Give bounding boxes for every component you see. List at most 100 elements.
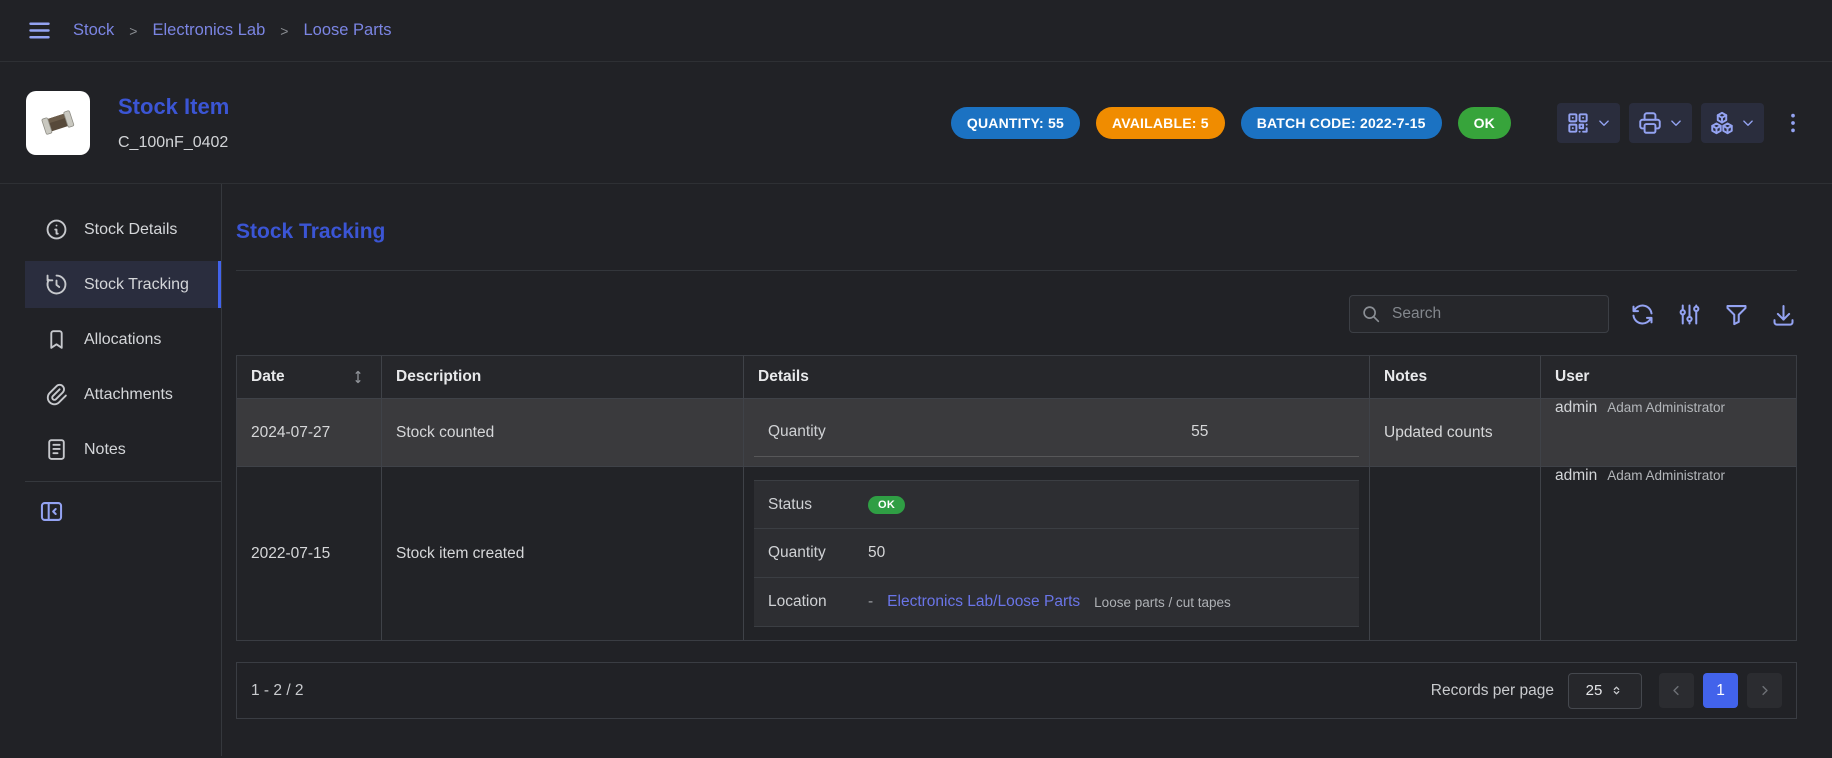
breadcrumb-link-loose-parts[interactable]: Loose Parts	[303, 21, 391, 40]
refresh-button[interactable]	[1629, 301, 1656, 328]
body-row: Stock Details Stock Tracking Allocations At…	[0, 184, 1832, 756]
header-titles: Stock Item C_100nF_0402	[118, 94, 229, 152]
breadcrumb-bar: Stock>Electronics Lab>Loose Parts	[0, 0, 1832, 62]
download-icon	[1770, 301, 1797, 328]
next-page-button[interactable]	[1747, 673, 1782, 708]
chevron-right-icon	[1756, 682, 1773, 699]
detail-label: Location	[768, 593, 868, 611]
sidebar-item-allocations[interactable]: Allocations	[25, 316, 221, 363]
prev-page-button[interactable]	[1659, 673, 1694, 708]
breadcrumb-link-electronics-lab[interactable]: Electronics Lab	[152, 21, 265, 40]
collapse-sidebar-icon	[38, 498, 65, 525]
notes-icon	[44, 437, 69, 462]
page-1-button[interactable]: 1	[1703, 673, 1738, 708]
toolbar-icons	[1629, 301, 1797, 328]
paperclip-icon	[44, 382, 69, 407]
detail-row-quantity: Quantity 55	[754, 408, 1359, 457]
detail-value: 55	[1191, 423, 1208, 441]
detail-label: Quantity	[768, 423, 868, 441]
details-sub-table: Quantity 55	[754, 408, 1359, 457]
search-box[interactable]	[1349, 295, 1609, 333]
search-icon-wrap	[1360, 303, 1382, 325]
sidebar-item-label: Allocations	[84, 331, 161, 349]
menu-button[interactable]	[26, 17, 53, 44]
stock-item-thumbnail[interactable]	[26, 91, 90, 155]
location-link[interactable]: Electronics Lab/Loose Parts	[887, 593, 1080, 611]
cell-details: StatusOKQuantity50Location-Electronics L…	[744, 467, 1370, 640]
adjustments-icon	[1676, 301, 1703, 328]
pagination: 1	[1659, 673, 1782, 708]
menu-icon	[26, 17, 53, 44]
column-header-label: Date	[251, 368, 285, 386]
more-options-button[interactable]	[1780, 110, 1806, 136]
search-input[interactable]	[1390, 304, 1598, 324]
breadcrumb: Stock>Electronics Lab>Loose Parts	[73, 21, 392, 40]
username: admin	[1555, 467, 1597, 485]
column-header-notes[interactable]: Notes	[1370, 356, 1541, 398]
stock-actions-button[interactable]	[1701, 103, 1764, 143]
history-icon	[44, 272, 69, 297]
sidebar-item-attachments[interactable]: Attachments	[25, 371, 221, 418]
page-header: Stock Item C_100nF_0402 QUANTITY: 55 AVAI…	[0, 62, 1832, 184]
chevron-down-icon	[1739, 114, 1757, 132]
sidebar-divider	[25, 481, 221, 482]
sidebar-item-stock-tracking[interactable]: Stock Tracking	[25, 261, 221, 308]
cell-date: 2024-07-27	[237, 399, 382, 466]
cell-user: admin Adam Administrator	[1541, 399, 1796, 466]
badge-quantity: QUANTITY: 55	[951, 107, 1080, 139]
capacitor-image	[37, 102, 79, 144]
column-header-description[interactable]: Description	[382, 356, 744, 398]
cell-user: adminAdam Administrator	[1541, 467, 1796, 640]
info-icon	[44, 217, 69, 242]
records-per-page-select[interactable]: 25	[1568, 673, 1642, 709]
detail-label: Quantity	[768, 544, 868, 562]
column-header-user[interactable]: User	[1541, 356, 1796, 398]
column-header-date[interactable]: Date	[237, 356, 382, 398]
download-button[interactable]	[1770, 301, 1797, 328]
cell-date: 2022-07-15	[237, 467, 382, 640]
printer-icon	[1637, 110, 1663, 136]
part-name: C_100nF_0402	[118, 134, 229, 152]
barcode-actions-button[interactable]	[1557, 103, 1620, 143]
table-footer: 1 - 2 / 2 Records per page 25 1	[236, 662, 1797, 719]
badge-available: AVAILABLE: 5	[1096, 107, 1225, 139]
refresh-icon	[1629, 301, 1656, 328]
status-ok-badge: OK	[868, 496, 905, 514]
dots-vertical-icon	[1780, 110, 1806, 136]
app-root: Stock>Electronics Lab>Loose Parts Stock …	[0, 0, 1832, 756]
filter-button[interactable]	[1723, 301, 1750, 328]
cell-details: Quantity 55	[744, 399, 1370, 466]
packages-icon	[1709, 110, 1735, 136]
column-header-label: Notes	[1384, 368, 1427, 386]
breadcrumb-link-stock[interactable]: Stock	[73, 21, 114, 40]
table-row[interactable]: 2024-07-27 Stock counted Quantity55 Upda…	[237, 398, 1796, 466]
table-toolbar	[236, 295, 1797, 333]
adjustments-button[interactable]	[1676, 301, 1703, 328]
status-badges: QUANTITY: 55 AVAILABLE: 5 BATCH CODE: 2022…	[951, 107, 1511, 139]
table-row[interactable]: 2022-07-15 Stock item created StatusOK Qu…	[237, 466, 1796, 640]
print-actions-button[interactable]	[1629, 103, 1692, 143]
detail-row-status: StatusOK	[754, 480, 1359, 529]
records-per-page-label: Records per page	[1431, 682, 1554, 700]
location-annotation: Loose parts / cut tapes	[1094, 595, 1231, 610]
footer-controls: Records per page 25 1	[1431, 673, 1782, 709]
badge-batch-code: BATCH CODE: 2022-7-15	[1241, 107, 1442, 139]
user-fullname: Adam Administrator	[1607, 400, 1725, 415]
column-header-details[interactable]: Details	[744, 356, 1370, 398]
username: admin	[1555, 399, 1597, 417]
column-header-label: Description	[396, 368, 481, 386]
sidebar-item-notes[interactable]: Notes	[25, 426, 221, 473]
sidebar-item-stock-details[interactable]: Stock Details	[25, 206, 221, 253]
page-title: Stock Item	[118, 94, 229, 120]
search-icon	[1360, 303, 1382, 325]
table-header-row: Date Description Details Notes User	[237, 356, 1796, 398]
collapse-sidebar-button[interactable]	[38, 498, 65, 525]
cell-description: Stock item created	[382, 467, 744, 640]
sort-toggle[interactable]	[349, 368, 367, 386]
column-header-label: User	[1555, 368, 1589, 386]
chevron-left-icon	[1668, 682, 1685, 699]
section-title: Stock Tracking	[236, 220, 1797, 244]
records-per-page-value: 25	[1586, 682, 1603, 699]
breadcrumb-separator: >	[129, 23, 137, 39]
badge-ok: OK	[1458, 107, 1511, 139]
